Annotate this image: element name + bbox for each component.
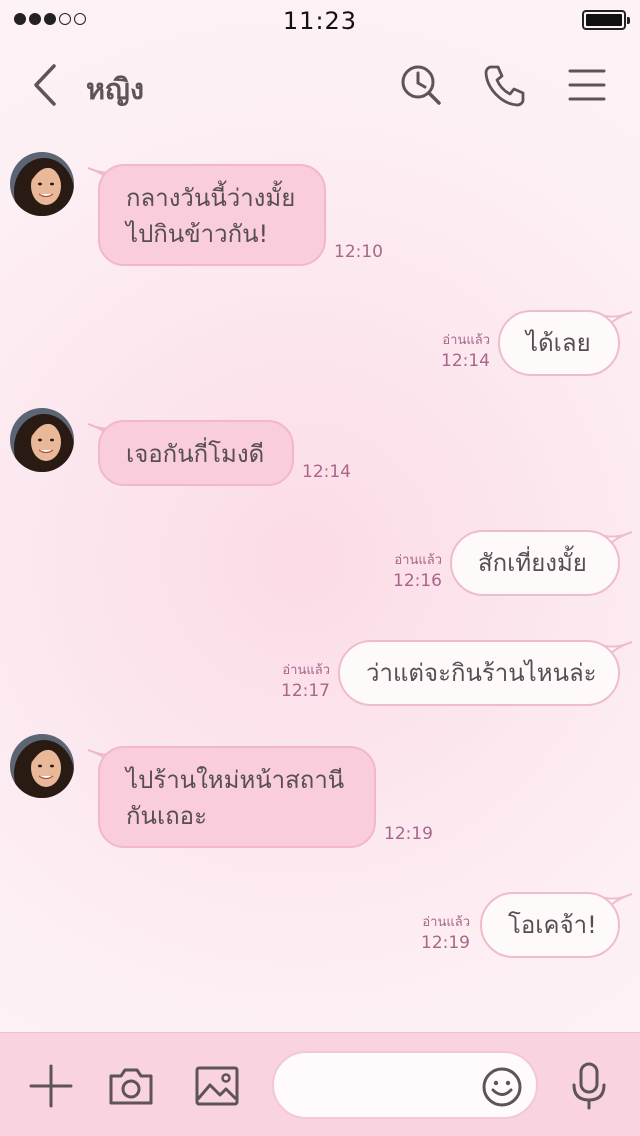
contact-avatar[interactable]: [10, 734, 74, 798]
read-receipt: อ่านแล้ว: [422, 915, 470, 930]
message-time: 12:17: [281, 681, 330, 701]
history-clock-search-icon[interactable]: [398, 62, 444, 108]
plus-icon[interactable]: [26, 1061, 76, 1111]
message-bubble-outgoing[interactable]: สักเที่ยงมั้ย: [450, 530, 620, 596]
message-time: 12:19: [384, 824, 433, 844]
message-text: โอเคจ้า!: [508, 911, 597, 939]
contact-avatar[interactable]: [10, 152, 74, 216]
contact-name[interactable]: หญิง: [86, 66, 144, 112]
message-bubble-incoming[interactable]: ไปร้านใหม่หน้าสถานี กันเถอะ: [98, 746, 376, 848]
message-bubble-incoming[interactable]: เจอกันกี่โมงดี: [98, 420, 294, 486]
message-text: ไปร้านใหม่หน้าสถานี: [126, 766, 345, 794]
message-text: สักเที่ยงมั้ย: [478, 549, 587, 577]
read-receipt: อ่านแล้ว: [442, 333, 490, 348]
message-bubble-incoming[interactable]: กลางวันนี้ว่างมั้ย ไปกินข้าวกัน!: [98, 164, 326, 266]
message-input[interactable]: [272, 1051, 538, 1119]
status-bar: 11:23: [0, 0, 640, 40]
emoji-icon[interactable]: [480, 1065, 524, 1109]
microphone-icon[interactable]: [564, 1061, 614, 1111]
message-text: ไปกินข้าวกัน!: [126, 220, 269, 248]
phone-icon[interactable]: [482, 62, 528, 108]
message-meta: อ่านแล้ว 12:16: [393, 552, 442, 592]
camera-icon[interactable]: [106, 1061, 156, 1111]
message-time: 12:10: [334, 242, 383, 262]
message-text: กันเถอะ: [126, 802, 207, 830]
read-receipt: อ่านแล้ว: [282, 663, 330, 678]
menu-icon[interactable]: [564, 62, 610, 108]
back-chevron-icon[interactable]: [26, 62, 66, 108]
message-bubble-outgoing[interactable]: ว่าแต่จะกินร้านไหนล่ะ: [338, 640, 620, 706]
contact-avatar[interactable]: [10, 408, 74, 472]
status-time: 11:23: [282, 7, 358, 35]
message-text: ได้เลย: [526, 329, 591, 357]
input-bar: [0, 1032, 640, 1136]
message-time: 12:14: [441, 351, 490, 371]
message-time: 12:14: [302, 462, 351, 482]
message-bubble-outgoing[interactable]: โอเคจ้า!: [480, 892, 620, 958]
read-receipt: อ่านแล้ว: [394, 553, 442, 568]
battery-icon: [582, 10, 630, 30]
message-bubble-outgoing[interactable]: ได้เลย: [498, 310, 620, 376]
message-text: เจอกันกี่โมงดี: [126, 440, 265, 468]
message-time: 12:19: [421, 933, 470, 953]
message-meta: อ่านแล้ว 12:19: [421, 914, 470, 954]
message-meta: อ่านแล้ว 12:14: [441, 332, 490, 372]
message-text: กลางวันนี้ว่างมั้ย: [126, 184, 296, 212]
message-time: 12:16: [393, 571, 442, 591]
chat-header: หญิง: [0, 40, 640, 130]
message-text: ว่าแต่จะกินร้านไหนล่ะ: [366, 659, 597, 687]
message-meta: อ่านแล้ว 12:17: [281, 662, 330, 702]
image-icon[interactable]: [192, 1061, 242, 1111]
